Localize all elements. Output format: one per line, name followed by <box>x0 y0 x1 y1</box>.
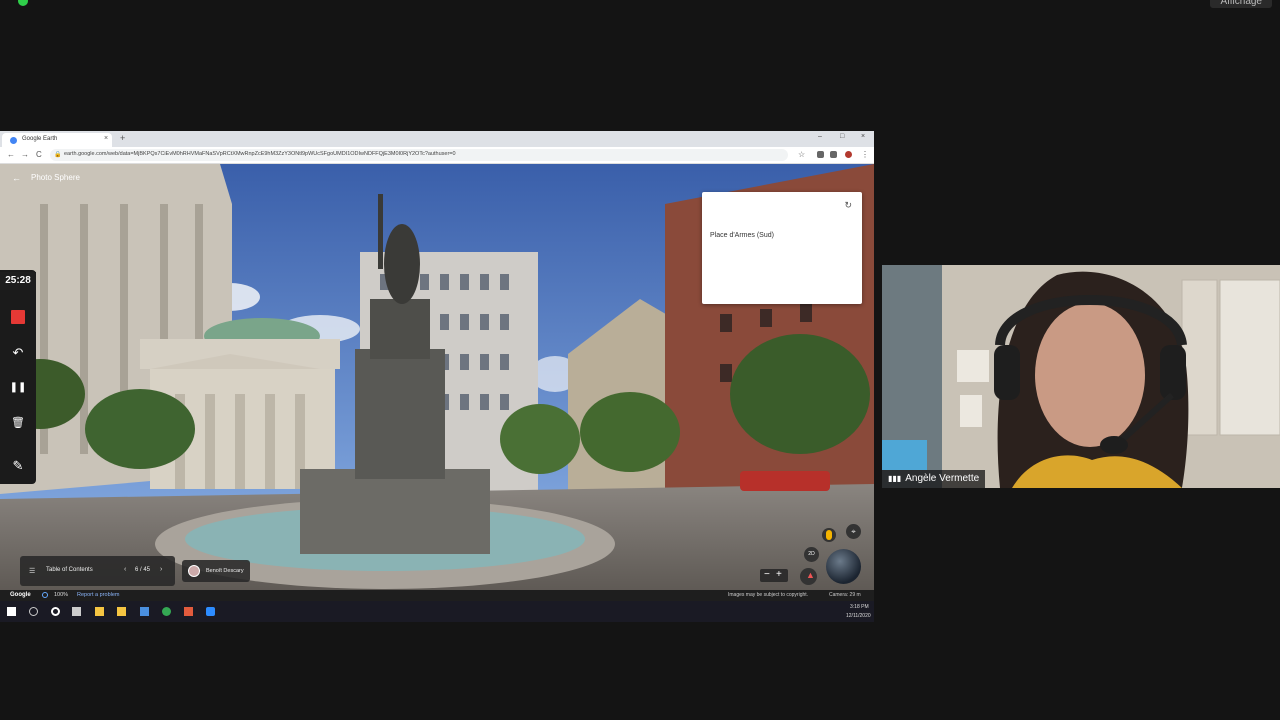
extension-icon[interactable] <box>817 151 824 158</box>
report-problem-link[interactable]: Report a problem <box>77 592 120 598</box>
trash-icon[interactable]: 🗑 <box>7 412 29 434</box>
earth-app-icon[interactable] <box>184 607 193 616</box>
recording-timer: 25:28 <box>0 272 36 290</box>
slide-counter: 6 / 45 <box>135 567 151 573</box>
list-icon: ☰ <box>29 568 36 575</box>
participant-name: Angèle Vermette <box>905 473 980 484</box>
tab-title: Google Earth <box>22 136 58 142</box>
place-title: Place d'Armes (Sud) <box>710 232 774 239</box>
pause-icon[interactable]: ❚❚ <box>7 377 29 399</box>
zoom-control: − + <box>760 569 788 582</box>
participant-video-frame <box>882 265 1280 488</box>
toc-label[interactable]: Table of Contents <box>46 567 93 573</box>
compass-needle-icon: ▲ <box>806 570 815 580</box>
minimize-button[interactable]: – <box>818 133 822 140</box>
author-name: Benoît Descary <box>206 568 244 574</box>
view-button[interactable]: Affichage <box>1210 0 1272 8</box>
tab-close-button[interactable]: × <box>104 135 108 142</box>
new-tab-button[interactable]: + <box>120 133 125 143</box>
pegman-figure <box>826 530 832 540</box>
knowledge-card: ↻ Place d'Armes (Sud) <box>702 192 862 304</box>
task-view-icon[interactable] <box>72 607 81 616</box>
tab-bar: Google Earth × + – □ × <box>0 131 874 147</box>
zoom-out-button[interactable]: − <box>764 569 770 580</box>
clock-date: 12/11/2020 <box>846 613 871 619</box>
mail-icon[interactable] <box>140 607 149 616</box>
undo-icon[interactable]: ↶ <box>7 342 29 364</box>
back-button[interactable]: ← <box>7 150 15 159</box>
camera-altitude: Camera: 29 m <box>829 592 861 598</box>
zoom-in-button[interactable]: + <box>776 569 782 580</box>
tab-google-earth[interactable]: Google Earth × <box>2 133 112 147</box>
close-window-button[interactable]: × <box>861 133 865 140</box>
chrome-icon[interactable] <box>162 607 171 616</box>
next-slide-button[interactable]: › <box>160 566 162 573</box>
maximize-button[interactable]: □ <box>840 133 844 140</box>
store-icon[interactable] <box>117 607 126 616</box>
previous-slide-button[interactable]: ‹ <box>124 566 126 573</box>
google-logo: Google <box>10 592 31 598</box>
compass-icon[interactable]: ▲ <box>800 568 817 585</box>
pen-icon[interactable]: ✎ <box>7 455 29 477</box>
star-icon[interactable]: ☆ <box>798 150 805 159</box>
menu-kebab-icon[interactable]: ⋮ <box>861 150 869 159</box>
author-chip[interactable]: Benoît Descary <box>182 560 250 582</box>
clock-time: 3:18 PM <box>850 604 869 610</box>
stop-recording-icon[interactable] <box>11 310 25 324</box>
url-text: earth.google.com/web/data=MjBKPQs7CiEvM0… <box>64 151 456 157</box>
refresh-icon[interactable]: ↻ <box>844 200 852 211</box>
forward-button[interactable]: → <box>21 150 29 159</box>
loading-circle-icon <box>42 592 48 598</box>
extensions-puzzle-icon[interactable] <box>830 151 837 158</box>
url-field[interactable]: 🔒 earth.google.com/web/data=MjBKPQs7CiEv… <box>50 149 788 161</box>
windows-start-icon[interactable] <box>7 607 16 616</box>
copyright-notice: Images may be subject to copyright. <box>728 592 809 598</box>
status-indicator-icon <box>18 0 28 6</box>
status-bar: Google 100% Report a problem Images may … <box>0 590 874 601</box>
windows-taskbar: 3:18 PM 12/11/2020 <box>0 601 874 622</box>
earth-favicon-icon <box>10 137 17 144</box>
zoom-app-icon[interactable] <box>206 607 215 616</box>
lock-icon: 🔒 <box>54 152 62 158</box>
file-explorer-icon[interactable] <box>95 607 104 616</box>
pegman-icon[interactable] <box>822 528 836 542</box>
photo-sphere-viewport[interactable]: ← Photo Sphere ↻ Place d'Armes (Sud) ☰ T… <box>0 164 874 590</box>
reload-button[interactable]: C <box>36 150 42 159</box>
author-avatar <box>188 565 200 577</box>
recenter-icon[interactable]: ⌖ <box>846 524 861 539</box>
participant-video[interactable]: ▮▮▮ Angèle Vermette <box>882 265 1280 488</box>
table-of-contents-bar[interactable]: ☰ Table of Contents ‹ 6 / 45 › <box>20 556 175 586</box>
address-bar: ← → C 🔒 earth.google.com/web/data=MjBKPQ… <box>0 147 874 164</box>
zoom-level: 100% <box>54 592 69 598</box>
search-icon[interactable] <box>29 607 38 616</box>
profile-avatar-icon[interactable] <box>845 151 852 158</box>
toggle-2d-button[interactable]: 2D <box>804 547 819 562</box>
participant-name-label: ▮▮▮ Angèle Vermette <box>882 470 986 488</box>
photo-sphere-title: Photo Sphere <box>31 173 80 182</box>
globe-icon[interactable] <box>826 549 861 584</box>
signal-strength-icon: ▮▮▮ <box>888 474 902 483</box>
cortana-icon[interactable] <box>51 607 60 616</box>
back-arrow-icon[interactable]: ← <box>12 173 21 183</box>
browser-window: Google Earth × + – □ × ← → C 🔒 earth.goo… <box>0 131 874 622</box>
